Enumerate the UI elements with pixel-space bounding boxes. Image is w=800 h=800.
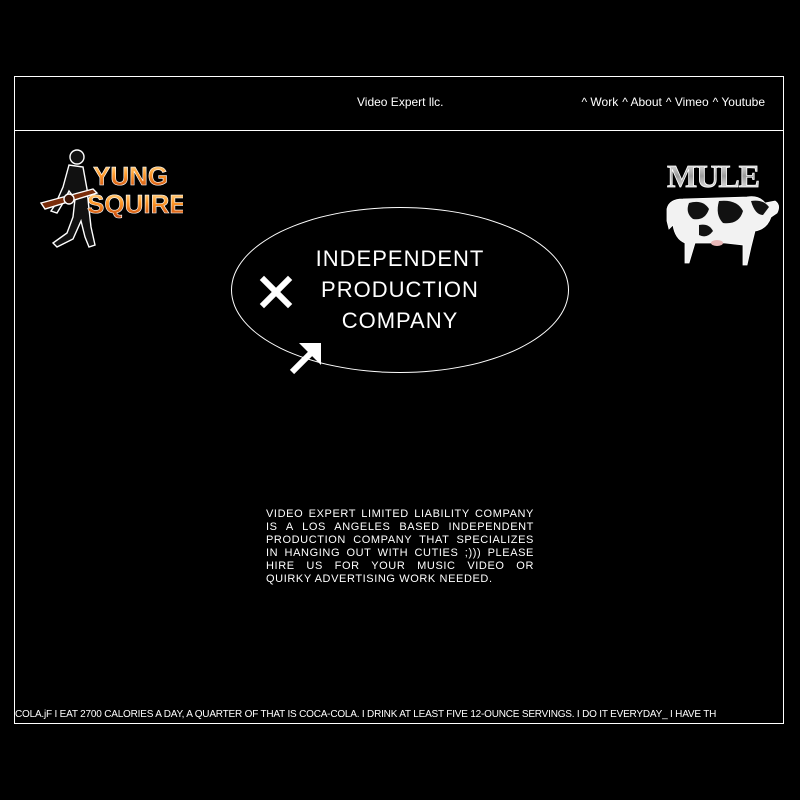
mule-logo[interactable]: MULE [659, 159, 784, 271]
yung-squire-logo[interactable]: YUNG SQUIRE [33, 143, 183, 253]
scrolling-ticker: COLA.jF I EAT 2700 CALORIES A DAY, A QUA… [15, 709, 717, 720]
logo-left-line2: SQUIRE [87, 189, 183, 219]
close-icon[interactable] [259, 275, 293, 309]
main-nav: ^ Work ^ About ^ Vimeo ^ Youtube [581, 95, 765, 109]
logo-right-text: MULE [667, 159, 759, 194]
nav-item-vimeo[interactable]: ^ Vimeo [666, 95, 709, 109]
hero-line-2: PRODUCTION [321, 277, 479, 302]
page-frame: Video Expert llc. ^ Work ^ About ^ Vimeo… [14, 76, 784, 724]
nav-item-work[interactable]: ^ Work [581, 95, 618, 109]
hero-line-3: COMPANY [341, 308, 459, 333]
nav-item-about[interactable]: ^ About [622, 95, 662, 109]
arrow-up-right-icon[interactable] [287, 339, 325, 377]
brand-link[interactable]: Video Expert llc. [357, 95, 444, 109]
site-header: Video Expert llc. ^ Work ^ About ^ Vimeo… [15, 77, 783, 131]
hero-line-1: INDEPENDENT [315, 246, 485, 271]
logo-left-line1: YUNG [93, 161, 168, 191]
hero-headline: INDEPENDENT PRODUCTION COMPANY [285, 243, 515, 336]
company-description: VIDEO EXPERT LIMITED LIABILITY COMPANY I… [266, 508, 534, 585]
nav-item-youtube[interactable]: ^ Youtube [713, 95, 765, 109]
cow-illustration [666, 196, 779, 266]
